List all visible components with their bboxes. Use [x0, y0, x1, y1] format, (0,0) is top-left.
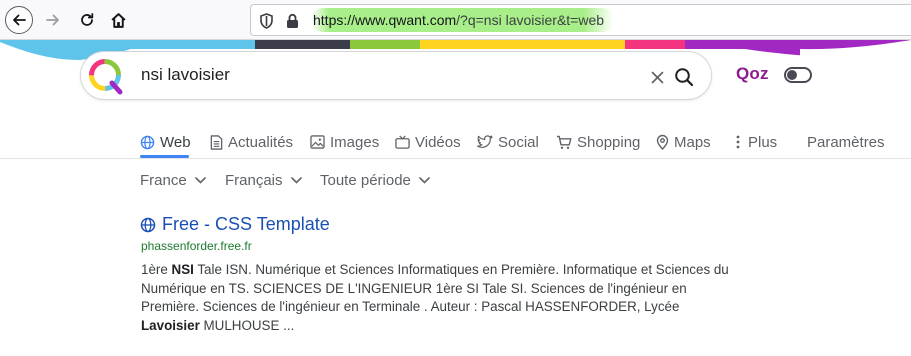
- tab-label: Maps: [674, 133, 711, 151]
- filter-label: Français: [225, 171, 283, 189]
- tab-label: Actualités: [228, 133, 294, 151]
- lock-icon[interactable]: [286, 13, 299, 29]
- tab-shopping[interactable]: Shopping: [556, 130, 640, 154]
- snippet-highlight: NSI: [171, 262, 194, 277]
- reload-button[interactable]: [73, 6, 101, 34]
- cart-icon: [557, 135, 572, 149]
- snippet-text: Tale ISN. Numérique et Sciences Informat…: [141, 262, 729, 314]
- tab-maps[interactable]: Maps: [656, 130, 711, 154]
- tab-videos[interactable]: Vidéos: [395, 130, 461, 154]
- snippet-text: MULHOUSE ...: [199, 317, 295, 333]
- home-icon: [110, 12, 126, 28]
- clear-search-button[interactable]: [646, 66, 668, 88]
- snippet-highlight: Lavoisier: [141, 317, 200, 333]
- tracking-protection-shield-icon[interactable]: [259, 13, 274, 29]
- result-snippet: 1ère NSI Tale ISN. Numérique et Sciences…: [141, 261, 741, 335]
- tab-label: Shopping: [577, 133, 641, 151]
- url-host: https://www.qwant.com: [313, 12, 457, 28]
- filter-period[interactable]: Toute période: [320, 170, 430, 190]
- search-bar[interactable]: nsi lavoisier: [80, 51, 712, 100]
- result-url[interactable]: phassenforder.free.fr: [141, 239, 252, 253]
- filter-language[interactable]: Français: [225, 170, 302, 190]
- tab-label: Plus: [748, 133, 778, 151]
- back-button[interactable]: [5, 6, 33, 34]
- url-path: /?q=nsi lavoisier&t=web: [456, 12, 605, 28]
- active-tab-indicator: [140, 155, 189, 158]
- home-button[interactable]: [104, 6, 132, 34]
- tab-label: Social: [498, 133, 539, 151]
- result-title: Free - CSS Template: [162, 214, 330, 234]
- tab-label: Web: [160, 133, 191, 151]
- filter-label: France: [140, 171, 187, 189]
- tab-social[interactable]: Social: [477, 130, 539, 154]
- tab-settings[interactable]: Paramètres: [807, 130, 885, 154]
- browser-toolbar: https://www.qwant.com/?q=nsi lavoisier&t…: [0, 0, 911, 40]
- tab-web[interactable]: Web: [140, 130, 191, 154]
- tv-icon: [395, 135, 410, 149]
- qoz-toggle[interactable]: [784, 67, 812, 83]
- tab-news[interactable]: Actualités: [210, 130, 293, 154]
- filter-region[interactable]: France: [140, 170, 206, 190]
- close-icon: [651, 71, 663, 83]
- tab-images[interactable]: Images: [310, 130, 379, 154]
- news-icon: [210, 134, 223, 150]
- more-vertical-icon: [736, 135, 740, 149]
- qoz-label[interactable]: Qoz: [736, 64, 769, 84]
- map-pin-icon: [656, 134, 669, 150]
- tab-more[interactable]: Plus: [733, 130, 777, 154]
- search-input[interactable]: nsi lavoisier: [141, 65, 230, 85]
- result-title-link[interactable]: Free - CSS Template: [140, 214, 330, 235]
- image-icon: [310, 135, 325, 149]
- chevron-down-icon: [290, 176, 302, 184]
- toggle-knob: [787, 70, 797, 80]
- chevron-down-icon: [194, 176, 206, 184]
- tab-label: Images: [330, 133, 380, 151]
- tab-label: Paramètres: [807, 133, 885, 151]
- forward-button[interactable]: [39, 6, 67, 34]
- url-bar[interactable]: https://www.qwant.com/?q=nsi lavoisier&t…: [250, 4, 911, 36]
- reload-icon: [81, 13, 94, 26]
- search-button[interactable]: [671, 64, 697, 90]
- snippet-text: 1ère: [141, 262, 172, 277]
- globe-icon: [140, 135, 155, 149]
- qwant-logo[interactable]: [86, 56, 126, 96]
- filter-label: Toute période: [320, 171, 411, 189]
- chevron-down-icon: [419, 176, 430, 184]
- globe-icon: [140, 217, 156, 232]
- arrow-left-icon: [13, 14, 26, 26]
- url-text: https://www.qwant.com/?q=nsi lavoisier&t…: [311, 8, 615, 32]
- arrow-right-icon: [46, 14, 59, 26]
- bird-icon: [477, 135, 493, 148]
- search-tabs: Web Actualités Images Vidéos Social Shop…: [0, 124, 911, 159]
- tab-label: Vidéos: [415, 133, 461, 151]
- search-icon: [675, 68, 694, 87]
